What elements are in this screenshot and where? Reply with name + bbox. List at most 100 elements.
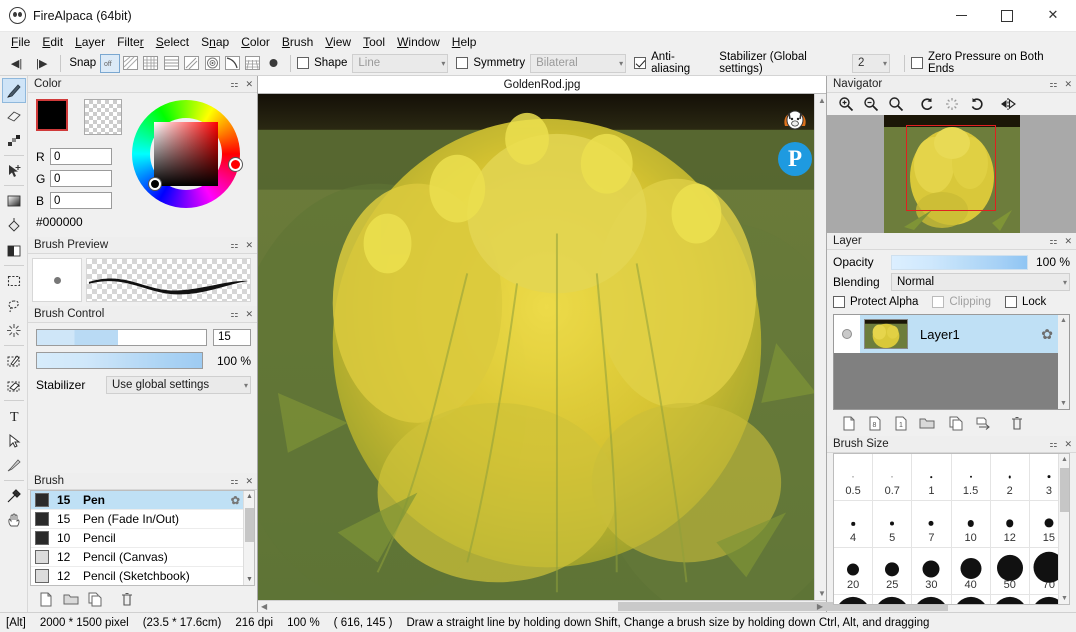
brush-size-value[interactable]: 15 — [213, 329, 251, 346]
hand-tool[interactable] — [2, 508, 26, 533]
lock-option[interactable]: Lock — [1004, 296, 1046, 308]
brush-size-cell[interactable]: 12 — [990, 501, 1030, 548]
scroll-up-icon[interactable]: ▲ — [1061, 456, 1068, 463]
close-icon[interactable]: ✕ — [245, 476, 253, 487]
scroll-left-icon[interactable]: ◀ — [261, 602, 267, 611]
menu-help[interactable]: Help — [446, 33, 483, 51]
eraser-tool[interactable] — [2, 103, 26, 128]
layer-list[interactable]: Layer1 ✿ ▲ ▼ — [833, 314, 1070, 410]
brush-size-cell[interactable]: 40 — [951, 548, 991, 595]
menu-filter[interactable]: Filter — [111, 33, 150, 51]
opacity-slider[interactable] — [891, 254, 1028, 270]
canvas-vertical-scrollbar[interactable]: ▲ ▼ — [814, 94, 826, 600]
brush-size-cell[interactable]: 25 — [873, 548, 913, 595]
duplicate-brush-icon[interactable] — [84, 589, 107, 609]
brush-size-cell[interactable]: 1 — [912, 454, 952, 501]
text-tool[interactable]: T — [2, 403, 26, 428]
zoom-out-icon[interactable] — [860, 95, 882, 114]
snap-diagonal-lines-icon[interactable] — [182, 54, 201, 73]
menu-file[interactable]: File — [5, 33, 36, 51]
delete-brush-icon[interactable] — [115, 589, 138, 609]
move-tool[interactable] — [2, 158, 26, 183]
navigator-viewport-rect[interactable] — [905, 125, 996, 211]
canvas-image[interactable] — [258, 94, 826, 600]
pin-icon[interactable]: ⚏ — [230, 240, 238, 251]
brush-size-cell[interactable] — [873, 595, 913, 604]
list-item[interactable]: 12 Pencil (Sketchbook) — [31, 567, 254, 585]
scroll-down-icon[interactable]: ▼ — [246, 576, 253, 583]
pen-tool[interactable] — [1, 78, 26, 103]
layer-list-scrollbar[interactable]: ▲ ▼ — [1058, 315, 1069, 409]
canvas-horizontal-scrollbar[interactable]: ◀ ▶ — [258, 600, 948, 612]
bucket-tool[interactable] — [2, 213, 26, 238]
canvas-tab[interactable]: GoldenRod.jpg — [258, 76, 826, 94]
minimize-button[interactable] — [938, 0, 984, 32]
snap-off-icon[interactable]: off — [100, 53, 120, 73]
brush-size-cell[interactable]: 0.7 — [873, 454, 913, 501]
menu-tool[interactable]: Tool — [357, 33, 391, 51]
close-icon[interactable]: ✕ — [245, 240, 253, 251]
brush-list[interactable]: 15 Pen ✿ 15 Pen (Fade In/Out) 10 Pencil … — [30, 490, 255, 586]
symmetry-checkbox[interactable] — [456, 57, 469, 69]
scroll-down-icon[interactable]: ▼ — [818, 589, 826, 598]
red-input[interactable] — [50, 148, 112, 165]
protect-alpha-option[interactable]: Protect Alpha — [833, 296, 918, 308]
duplicate-layer-icon[interactable] — [945, 413, 968, 433]
patreon-badge-icon[interactable]: P — [778, 142, 812, 176]
blending-dropdown[interactable]: Normal ▾ — [891, 273, 1070, 291]
scroll-down-icon[interactable]: ▼ — [1060, 400, 1067, 407]
close-button[interactable]: ✕ — [1030, 0, 1076, 32]
new-brush-icon[interactable] — [34, 589, 57, 609]
brush-stabilizer-dropdown[interactable]: Use global settings ▾ — [106, 376, 251, 394]
menu-select[interactable]: Select — [150, 33, 195, 51]
brush-size-cell[interactable] — [952, 595, 991, 604]
brush-size-cell[interactable]: 5 — [873, 501, 913, 548]
blue-input[interactable] — [50, 192, 112, 209]
scrollbar-thumb[interactable] — [1060, 468, 1069, 512]
lasso-tool[interactable] — [2, 293, 26, 318]
antialiasing-checkbox[interactable] — [634, 57, 647, 69]
shape-dropdown[interactable]: Line ▾ — [352, 53, 449, 73]
select-eraser-tool[interactable] — [2, 373, 26, 398]
snap-grid-icon[interactable] — [141, 54, 160, 73]
scroll-up-icon[interactable]: ▲ — [246, 493, 253, 500]
snap-parallel-lines-icon[interactable] — [121, 54, 140, 73]
menu-color[interactable]: Color — [235, 33, 276, 51]
blur-tool[interactable] — [2, 128, 26, 153]
brush-size-cell[interactable]: 2 — [990, 454, 1030, 501]
menu-layer[interactable]: Layer — [69, 33, 111, 51]
fill-tool[interactable] — [2, 238, 26, 263]
pin-icon[interactable]: ⚏ — [1049, 439, 1057, 450]
lock-checkbox[interactable] — [1004, 296, 1017, 308]
scroll-down-icon[interactable]: ▼ — [1061, 595, 1068, 602]
close-icon[interactable]: ✕ — [245, 309, 253, 320]
color-wheel[interactable] — [132, 100, 242, 208]
add-8bit-layer-icon[interactable]: 8 — [863, 413, 886, 433]
scroll-up-icon[interactable]: ▲ — [1060, 317, 1067, 324]
menu-brush[interactable]: Brush — [276, 33, 319, 51]
navigator-preview[interactable] — [827, 115, 1076, 233]
rotate-left-icon[interactable] — [916, 95, 938, 114]
canvas-viewport[interactable]: P ▲ ▼ — [258, 94, 826, 600]
brush-list-scrollbar[interactable]: ▲ ▼ — [243, 491, 254, 585]
menu-snap[interactable]: Snap — [195, 33, 235, 51]
pin-icon[interactable]: ⚏ — [230, 79, 238, 90]
brush-size-cell[interactable]: 1.5 — [951, 454, 991, 501]
rotate-right-icon[interactable] — [966, 95, 988, 114]
maximize-button[interactable] — [984, 0, 1030, 32]
brush-size-cell[interactable]: 4 — [834, 501, 874, 548]
previous-brush-button[interactable]: ◀| — [4, 54, 29, 73]
pin-icon[interactable]: ⚏ — [1049, 79, 1057, 90]
brush-size-cell[interactable]: 0.5 — [834, 454, 874, 501]
layer-visibility-toggle[interactable] — [834, 315, 860, 353]
snap-radial-icon[interactable] — [202, 54, 221, 73]
hue-marker[interactable] — [229, 158, 242, 171]
list-item[interactable]: 12 Pencil (Canvas) — [31, 548, 254, 567]
delete-layer-icon[interactable] — [1005, 413, 1028, 433]
green-input[interactable] — [50, 170, 112, 187]
pin-icon[interactable]: ⚏ — [1049, 236, 1057, 247]
brush-opacity-slider[interactable] — [36, 352, 203, 369]
protect-alpha-checkbox[interactable] — [833, 296, 845, 308]
symmetry-dropdown[interactable]: Bilateral ▾ — [530, 53, 627, 73]
scroll-up-icon[interactable]: ▲ — [818, 96, 826, 105]
